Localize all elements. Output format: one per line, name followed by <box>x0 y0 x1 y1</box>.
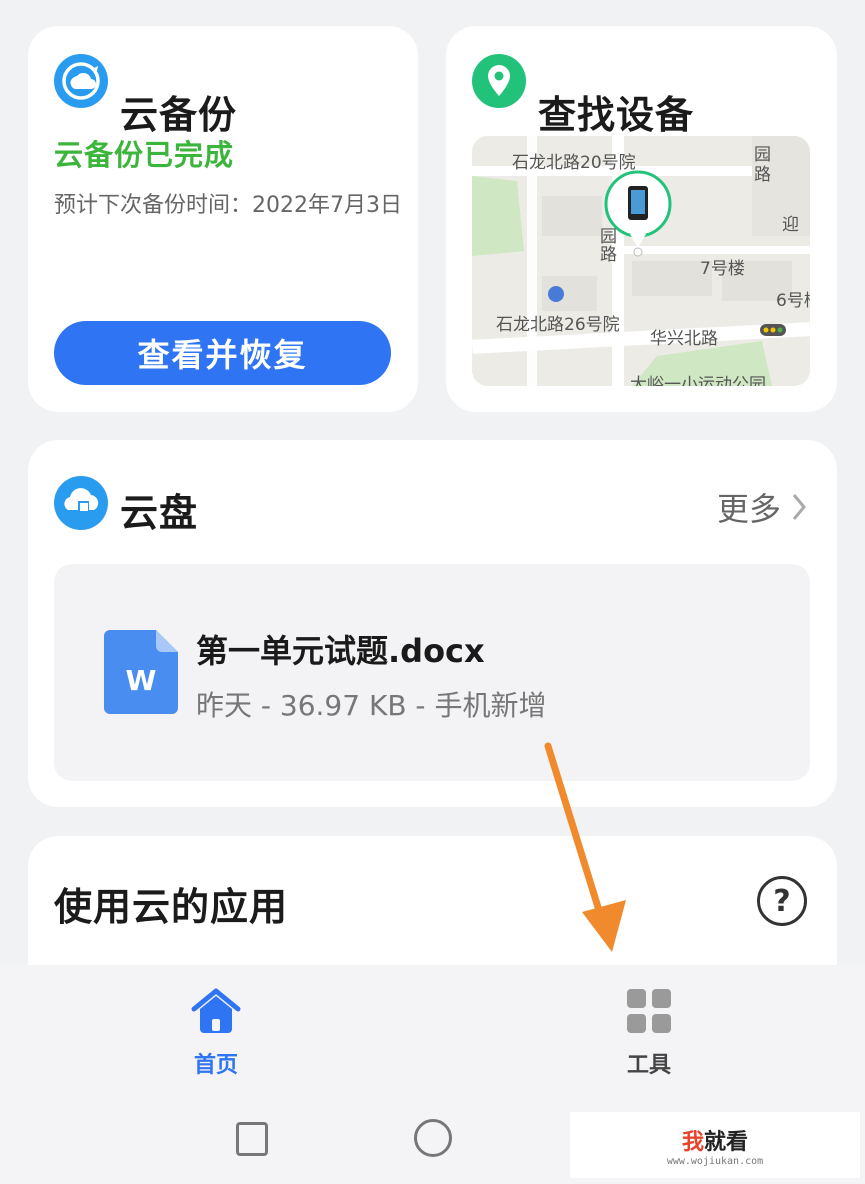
nav-tools-tab[interactable]: 工具 <box>589 987 709 1079</box>
cloud-apps-title: 使用云的应用 <box>54 885 289 929</box>
home-button[interactable] <box>414 1119 452 1157</box>
nav-home-label: 首页 <box>193 1053 238 1078</box>
recent-apps-button[interactable] <box>236 1122 268 1156</box>
cloud-drive-card: 云盘 更多 W 第一单元试题.docx 昨天 - 36.97 KB - 手机新增 <box>28 440 837 807</box>
nav-home-tab[interactable]: 首页 <box>156 987 276 1079</box>
map-label: 7号楼 <box>700 259 745 279</box>
file-name: 第一单元试题.docx <box>196 632 485 670</box>
map-label: 6号楼 <box>776 291 810 311</box>
watermark-logo: 我就看 www.wojiukan.com <box>570 1112 860 1178</box>
cloud-backup-card[interactable]: 云备份 云备份已完成 预计下次备份时间：2022年7月3日 查看并恢复 <box>28 26 418 412</box>
cloud-drive-icon <box>54 476 108 530</box>
cloud-backup-icon <box>54 54 108 108</box>
nav-tools-label: 工具 <box>626 1053 671 1078</box>
next-backup-time: 预计下次备份时间：2022年7月3日 <box>54 193 402 218</box>
map-label: 路 <box>754 165 771 185</box>
device-location-map[interactable]: 石龙北路20号院 园 路 迎 7号楼 6号楼 石龙北路26号院 华兴北路 园 路… <box>472 136 810 386</box>
map-label: 华兴北路 <box>650 329 718 349</box>
cloud-drive-title: 云盘 <box>120 491 199 535</box>
home-icon <box>191 988 241 1033</box>
file-meta: 昨天 - 36.97 KB - 手机新增 <box>196 689 547 722</box>
map-label: 路 <box>600 245 617 265</box>
grid-apps-icon <box>627 989 671 1033</box>
watermark-title: 我就看 <box>682 1124 748 1156</box>
watermark-main-text: 就看 <box>704 1129 749 1155</box>
word-icon-letter: W <box>125 664 157 697</box>
location-pin-icon <box>472 54 526 108</box>
watermark-red-char: 我 <box>681 1129 704 1155</box>
backup-status: 云备份已完成 <box>54 138 235 172</box>
map-label: 石龙北路26号院 <box>496 315 620 335</box>
chevron-right-icon <box>792 494 806 520</box>
watermark-url: www.wojiukan.com <box>666 1155 764 1167</box>
recent-file-item[interactable]: W 第一单元试题.docx 昨天 - 36.97 KB - 手机新增 <box>54 564 810 781</box>
help-icon[interactable]: ? <box>757 876 807 926</box>
find-device-card[interactable]: 查找设备 石龙北路20号院 园 路 迎 7号楼 6号 石龙北路26号院 华兴北路… <box>446 26 837 412</box>
map-label: 迎 <box>782 215 799 235</box>
more-link[interactable]: 更多 <box>717 484 807 530</box>
map-label: 石龙北路20号院 <box>512 153 636 173</box>
view-and-restore-button[interactable]: 查看并恢复 <box>54 321 391 385</box>
find-device-title: 查找设备 <box>538 93 695 137</box>
more-label: 更多 <box>716 490 781 528</box>
cloud-backup-title: 云备份 <box>120 93 238 137</box>
bottom-navigation: 首页 工具 <box>0 965 865 1105</box>
map-label: 大峪一小运动公园 <box>630 375 766 386</box>
